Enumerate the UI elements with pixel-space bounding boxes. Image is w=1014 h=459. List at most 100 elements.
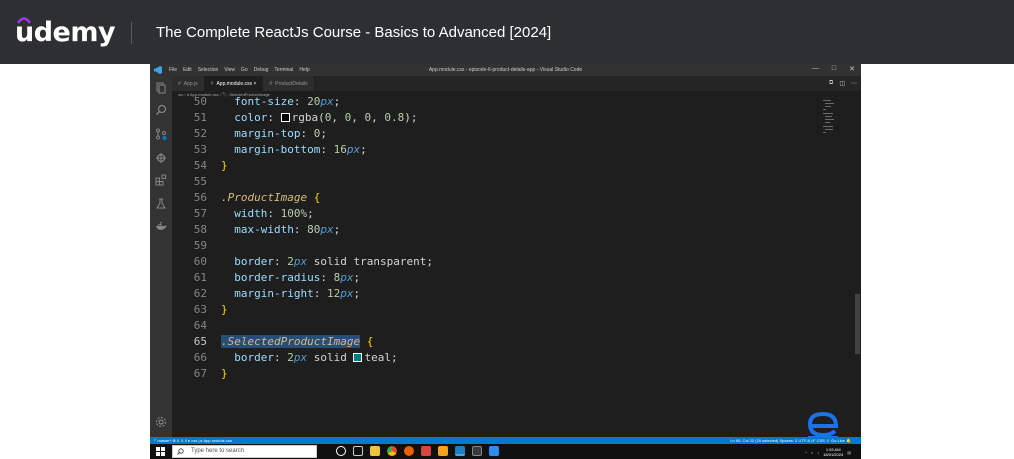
clock-date: 18/01/2024 xyxy=(823,452,844,457)
code-line: 58 max-width: 80px; xyxy=(172,222,340,238)
code-line: 51 color: rgba(0, 0, 0, 0.8); xyxy=(172,110,418,126)
course-title[interactable]: The Complete ReactJs Course - Basics to … xyxy=(156,24,551,41)
firefox-icon[interactable] xyxy=(404,446,414,456)
code-editor[interactable]: 50 font-size: 20px; 51 color: rgba(0, 0,… xyxy=(172,95,852,438)
explorer-icon[interactable] xyxy=(155,82,167,94)
notifications-icon[interactable]: ▤ xyxy=(847,450,851,455)
line-number: 50 xyxy=(193,95,207,108)
windows-taskbar: Type here to search ^ ⌂ ♪ 1:53 AM 18/01/… xyxy=(150,444,861,459)
terminal-icon[interactable] xyxy=(472,446,482,456)
vscode-taskbar-icon[interactable] xyxy=(455,446,465,456)
line-number: 51 xyxy=(193,111,207,124)
color-swatch-teal[interactable] xyxy=(353,353,363,362)
zoom-icon[interactable] xyxy=(489,446,499,456)
video-player[interactable]: File Edit Selection View Go Debug Termin… xyxy=(0,64,1014,459)
status-left[interactable]: ᚠ master* ⊗ 0 ⚠ 0 ▸ css | ▸ App.module.c… xyxy=(154,438,232,443)
code-line: 53 margin-bottom: 16px; xyxy=(172,142,367,158)
line-number: 63 xyxy=(193,303,207,316)
line-number: 67 xyxy=(193,367,207,380)
code-line: 52 margin-top: 0; xyxy=(172,126,327,142)
cortana-icon[interactable] xyxy=(336,446,346,456)
status-right[interactable]: Ln 65, Col 22 (20 selected) Spaces: 2 UT… xyxy=(730,438,851,443)
code-line: 60 border: 2px solid transparent; xyxy=(172,254,433,270)
extensions-icon[interactable] xyxy=(155,174,167,186)
line-number: 55 xyxy=(193,175,207,188)
header-divider xyxy=(131,22,132,44)
minimize-icon[interactable]: — xyxy=(812,65,819,73)
code-line: 54} xyxy=(172,158,228,174)
system-tray: ^ ⌂ ♪ 1:53 AM 18/01/2024 ▤ xyxy=(805,447,851,457)
open-preview-icon[interactable]: ⧉ xyxy=(829,80,833,87)
editor-tabs: # App.js # App.module.css × # ProductDet… xyxy=(172,76,861,91)
code-line: 61 border-radius: 8px; xyxy=(172,270,360,286)
code-line: 56 .ProductImage { xyxy=(172,190,321,206)
tray-chevron-icon[interactable]: ^ xyxy=(805,450,807,455)
chrome-icon[interactable] xyxy=(387,446,397,456)
edureka-logo-icon xyxy=(807,411,839,439)
udemy-logo[interactable]: udemy xyxy=(15,14,116,52)
status-bar: ᚠ master* ⊗ 0 ⚠ 0 ▸ css | ▸ App.module.c… xyxy=(150,437,861,444)
tab-label: App.module.css × xyxy=(216,80,257,87)
split-editor-icon[interactable]: ◫ xyxy=(839,80,845,87)
maximize-icon[interactable]: □ xyxy=(832,65,836,73)
vscode-titlebar: File Edit Selection View Go Debug Termin… xyxy=(150,64,861,76)
line-number: 60 xyxy=(193,255,207,268)
docker-icon[interactable] xyxy=(155,220,167,232)
task-view-icon[interactable] xyxy=(353,446,363,456)
css-file-icon: # xyxy=(269,80,273,87)
taskbar-search[interactable]: Type here to search xyxy=(172,445,317,458)
code-line: 62 margin-right: 12px; xyxy=(172,286,360,302)
more-actions-icon[interactable]: ⋯ xyxy=(851,80,857,87)
code-line: 50 font-size: 20px; xyxy=(172,94,340,110)
line-number: 57 xyxy=(193,207,207,220)
debug-icon[interactable] xyxy=(155,152,167,164)
line-number: 54 xyxy=(193,159,207,172)
clock[interactable]: 1:53 AM 18/01/2024 xyxy=(823,447,843,457)
tab-app-js[interactable]: # App.js xyxy=(172,76,205,91)
tab-label: App.js xyxy=(183,80,198,87)
network-icon[interactable]: ⌂ xyxy=(811,450,813,455)
line-number: 66 xyxy=(193,351,207,364)
js-file-icon: # xyxy=(178,80,181,87)
minimap[interactable] xyxy=(823,98,835,158)
code-line: 65 .SelectedProductImage { xyxy=(172,334,373,350)
line-number: 65 xyxy=(193,335,207,348)
tab-app-module-css[interactable]: # App.module.css × xyxy=(204,76,264,91)
code-line: 57 width: 100%; xyxy=(172,206,314,222)
settings-gear-icon[interactable] xyxy=(155,416,167,428)
line-number: 56 xyxy=(193,191,207,204)
line-number: 52 xyxy=(193,127,207,140)
test-flask-icon[interactable] xyxy=(155,198,167,210)
line-number: 61 xyxy=(193,271,207,284)
taskbar-apps xyxy=(336,446,499,456)
line-number: 62 xyxy=(193,287,207,300)
search-icon[interactable] xyxy=(155,104,167,116)
windows-start-icon[interactable] xyxy=(156,447,165,456)
tab-product-details[interactable]: # ProductDetails xyxy=(263,76,315,91)
tab-label: ProductDetails xyxy=(275,80,308,87)
app-icon[interactable] xyxy=(421,446,431,456)
code-line: 66 border: 2px solid teal; xyxy=(172,350,398,366)
code-line: 67} xyxy=(172,366,228,382)
vscode-window: File Edit Selection View Go Debug Termin… xyxy=(150,64,861,459)
source-control-icon[interactable] xyxy=(155,128,167,140)
logo-text: udemy xyxy=(15,17,116,48)
search-icon xyxy=(177,448,184,455)
close-icon[interactable]: ✕ xyxy=(849,65,855,73)
code-line: 63} xyxy=(172,302,228,318)
code-line: 59 xyxy=(172,238,207,254)
color-swatch-black[interactable] xyxy=(280,113,290,122)
activity-bar xyxy=(150,76,172,437)
css-file-icon: # xyxy=(210,80,214,87)
search-placeholder: Type here to search xyxy=(191,448,245,454)
line-number: 64 xyxy=(193,319,207,332)
vscode-window-title: App.module.css - episode-6-product-detai… xyxy=(428,67,583,73)
window-controls: — □ ✕ xyxy=(812,65,855,73)
code-line: 55 xyxy=(172,174,207,190)
editor-scrollbar[interactable] xyxy=(855,294,860,354)
volume-icon[interactable]: ♪ xyxy=(817,450,819,455)
editor-actions: ⧉ ◫ ⋯ xyxy=(829,80,857,87)
vlc-icon[interactable] xyxy=(438,446,448,456)
line-number: 59 xyxy=(193,239,207,252)
file-explorer-icon[interactable] xyxy=(370,446,380,456)
